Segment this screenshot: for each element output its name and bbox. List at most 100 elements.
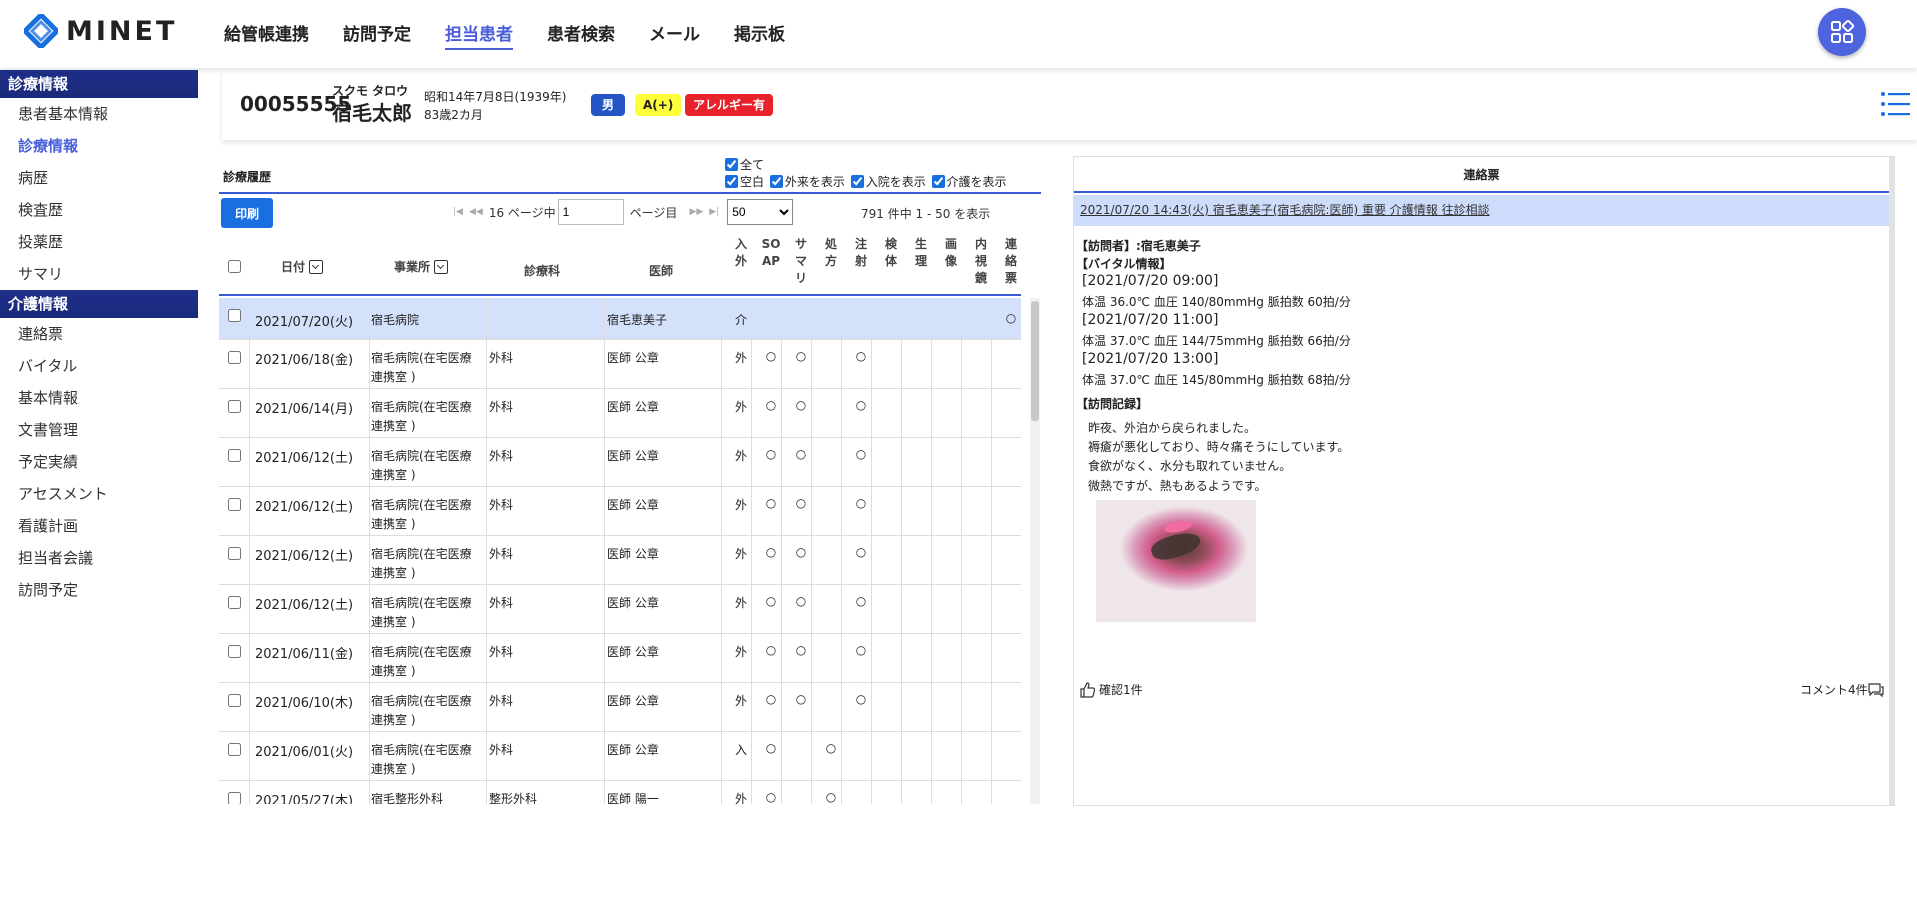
column-divider: [901, 585, 902, 633]
row-checkbox[interactable]: [228, 694, 241, 707]
row-checkbox[interactable]: [228, 547, 241, 560]
column-divider: [931, 732, 932, 780]
row-doctor: 医師 公章: [607, 400, 659, 414]
column-dept: 診療科: [524, 264, 561, 278]
sort-date-icon[interactable]: [309, 260, 324, 274]
sidebar-item-summary[interactable]: サマリ: [0, 258, 198, 290]
filter-all-checkbox[interactable]: [725, 158, 738, 171]
column-divider: [991, 683, 992, 731]
first-page-icon[interactable]: |◀: [453, 207, 463, 217]
row-checkbox[interactable]: [228, 449, 241, 462]
nav-item-care-link[interactable]: 給管帳連携: [224, 20, 309, 50]
row-checkbox[interactable]: [228, 351, 241, 364]
table-row[interactable]: 2021/06/11(金) 宿毛病院(在宅医療 連携室 ) 外科 医師 公章 外 ○ ○ ○: [219, 634, 1021, 683]
nav-item-mail[interactable]: メール: [649, 20, 700, 50]
nav-item-bulletin-board[interactable]: 掲示板: [734, 20, 785, 50]
scrollbar-thumb[interactable]: [1031, 301, 1039, 421]
sidebar-item-contact-sheet[interactable]: 連絡票: [0, 318, 198, 350]
page-number-input[interactable]: [557, 199, 624, 225]
contact-scrollbar[interactable]: [1889, 157, 1895, 805]
filter-inpatient-checkbox[interactable]: [850, 175, 864, 188]
sidebar-item-nursing-plan[interactable]: 看護計画: [0, 510, 198, 542]
note-header-link[interactable]: 2021/07/20 14:43(火) 宿毛恵美子(宿毛病院:医師) 重要 介護…: [1074, 195, 1889, 226]
column-divider: [369, 536, 370, 584]
vitals-title: 【バイタル情報】: [1076, 257, 1172, 271]
filter-blank-checkbox[interactable]: [725, 175, 738, 188]
column-divider: [871, 298, 872, 339]
row-doctor: 医師 公章: [607, 694, 659, 708]
comments-button[interactable]: コメント4件: [1800, 681, 1884, 698]
filter-blank[interactable]: 空白: [725, 175, 764, 189]
sidebar-item-staff-meeting[interactable]: 担当者会議: [0, 542, 198, 574]
list-menu-icon[interactable]: [1880, 90, 1910, 118]
row-checkbox[interactable]: [228, 596, 241, 609]
nav-item-visit-schedule[interactable]: 訪問予定: [343, 20, 411, 50]
row-checkbox[interactable]: [228, 792, 241, 804]
column-flag: 検体: [884, 237, 897, 268]
sidebar-item-patient-basic[interactable]: 患者基本情報: [0, 98, 198, 130]
select-all-checkbox[interactable]: [228, 260, 241, 273]
table-row[interactable]: 2021/06/12(土) 宿毛病院(在宅医療 連携室 ) 外科 医師 公章 外 ○ ○ ○: [219, 438, 1021, 487]
column-divider: [751, 438, 752, 486]
row-doctor: 医師 公章: [607, 498, 659, 512]
column-office[interactable]: 事業所: [394, 258, 449, 275]
row-office: 宿毛病院(在宅医療: [371, 547, 472, 561]
row-office: 宿毛病院(在宅医療: [371, 400, 472, 414]
table-row[interactable]: 2021/06/12(土) 宿毛病院(在宅医療 連携室 ) 外科 医師 公章 外 ○ ○ ○: [219, 487, 1021, 536]
nav-item-assigned-patients[interactable]: 担当患者: [445, 20, 513, 50]
sidebar-item-visit-schedule[interactable]: 訪問予定: [0, 574, 198, 606]
table-row[interactable]: 2021/06/01(火) 宿毛病院(在宅医療 連携室 ) 外科 医師 公章 入 ○ ○: [219, 732, 1021, 781]
row-checkbox[interactable]: [228, 400, 241, 413]
apps-menu-button[interactable]: [1818, 8, 1866, 56]
table-row[interactable]: 2021/06/18(金) 宿毛病院(在宅医療 連携室 ) 外科 医師 公章 外 ○ ○ ○: [219, 340, 1021, 389]
sidebar-item-medical-info[interactable]: 診療情報: [0, 130, 198, 162]
row-checkbox[interactable]: [228, 309, 241, 322]
page-count-label: 16 ページ中: [488, 205, 556, 220]
table-row[interactable]: 2021/06/14(月) 宿毛病院(在宅医療 連携室 ) 外科 医師 公章 外 ○ ○ ○: [219, 389, 1021, 438]
column-date[interactable]: 日付: [281, 258, 324, 275]
column-divider: [841, 536, 842, 584]
app-logo[interactable]: MINET: [24, 13, 177, 49]
column-divider: [249, 683, 250, 731]
prev-page-icon[interactable]: ◀◀: [469, 207, 483, 217]
filter-outpatient-checkbox[interactable]: [769, 175, 783, 188]
pager: |◀ ◀◀ 16 ページ中 ページ目 ▶▶ ▶| 50: [453, 198, 794, 226]
sidebar-item-medical-history[interactable]: 病歴: [0, 162, 198, 194]
print-button[interactable]: 印刷: [221, 198, 273, 228]
filter-inpatient[interactable]: 入院を表示: [850, 175, 926, 189]
table-row[interactable]: 2021/07/20(火) 宿毛病院 宿毛恵美子 介 ○: [219, 298, 1021, 340]
record-line: 昨夜、外泊から戻られました。: [1088, 421, 1257, 435]
column-divider: [871, 634, 872, 682]
column-divider: [604, 340, 605, 388]
per-page-select[interactable]: 50: [727, 199, 794, 225]
row-dept: 外科: [489, 547, 514, 561]
filter-all[interactable]: 全て: [725, 158, 764, 172]
next-page-icon[interactable]: ▶▶: [689, 207, 703, 217]
confirm-button[interactable]: 確認1件: [1080, 681, 1143, 698]
nav-item-patient-search[interactable]: 患者検索: [547, 20, 615, 50]
column-divider: [486, 683, 487, 731]
filter-care-checkbox[interactable]: [931, 175, 945, 188]
column-divider: [604, 781, 605, 804]
sidebar-item-medication-history[interactable]: 投薬歴: [0, 226, 198, 258]
sort-office-icon[interactable]: [434, 260, 449, 274]
row-checkbox[interactable]: [228, 498, 241, 511]
sidebar-item-assessment[interactable]: アセスメント: [0, 478, 198, 510]
row-checkbox[interactable]: [228, 645, 241, 658]
sidebar-item-documents[interactable]: 文書管理: [0, 414, 198, 446]
table-row[interactable]: 2021/06/12(土) 宿毛病院(在宅医療 連携室 ) 外科 医師 公章 外 ○ ○ ○: [219, 585, 1021, 634]
sidebar-item-vitals[interactable]: バイタル: [0, 350, 198, 382]
filter-care[interactable]: 介護を表示: [931, 175, 1007, 189]
last-page-icon[interactable]: ▶|: [709, 207, 719, 217]
row-office-line2: 連携室 ): [371, 566, 416, 580]
attached-photo[interactable]: [1096, 500, 1256, 622]
sidebar-item-test-history[interactable]: 検査歴: [0, 194, 198, 226]
sidebar-item-plan-results[interactable]: 予定実績: [0, 446, 198, 478]
table-scrollbar[interactable]: [1030, 298, 1040, 804]
sidebar-item-basic-info[interactable]: 基本情報: [0, 382, 198, 414]
filter-outpatient[interactable]: 外来を表示: [769, 175, 845, 189]
table-row[interactable]: 2021/06/12(土) 宿毛病院(在宅医療 連携室 ) 外科 医師 公章 外 ○ ○ ○: [219, 536, 1021, 585]
row-checkbox[interactable]: [228, 743, 241, 756]
table-row[interactable]: 2021/05/27(木) 宿毛整形外科 整形外科 医師 陽一 外 ○ ○: [219, 781, 1021, 804]
table-row[interactable]: 2021/06/10(木) 宿毛病院(在宅医療 連携室 ) 外科 医師 公章 外 ○ ○ ○: [219, 683, 1021, 732]
